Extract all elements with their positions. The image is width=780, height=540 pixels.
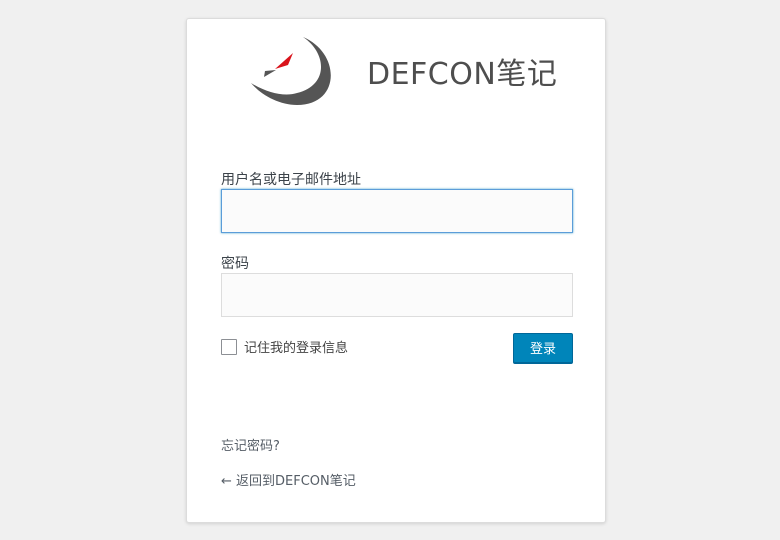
username-label: 用户名或电子邮件地址 [221, 172, 361, 188]
login-button[interactable]: 登录 [513, 333, 573, 364]
back-to-site-link[interactable]: ← 返回到DEFCON笔记 [221, 470, 356, 489]
remember-me-checkbox[interactable] [221, 338, 237, 355]
defcon-logo-icon [251, 37, 331, 105]
login-card: DEFCON笔记 用户名或电子邮件地址 密码 记住我的登录信息 登录 忘记密码?… [186, 18, 606, 523]
site-brand[interactable]: DEFCON笔记 [249, 35, 557, 107]
remember-me[interactable]: 记住我的登录信息 [221, 337, 348, 356]
lost-password-link[interactable]: 忘记密码? [221, 435, 280, 454]
password-label: 密码 [221, 256, 249, 272]
site-name: DEFCON笔记 [367, 57, 558, 92]
username-input[interactable] [221, 189, 573, 233]
password-input[interactable] [221, 273, 573, 317]
remember-me-label: 记住我的登录信息 [244, 341, 349, 356]
